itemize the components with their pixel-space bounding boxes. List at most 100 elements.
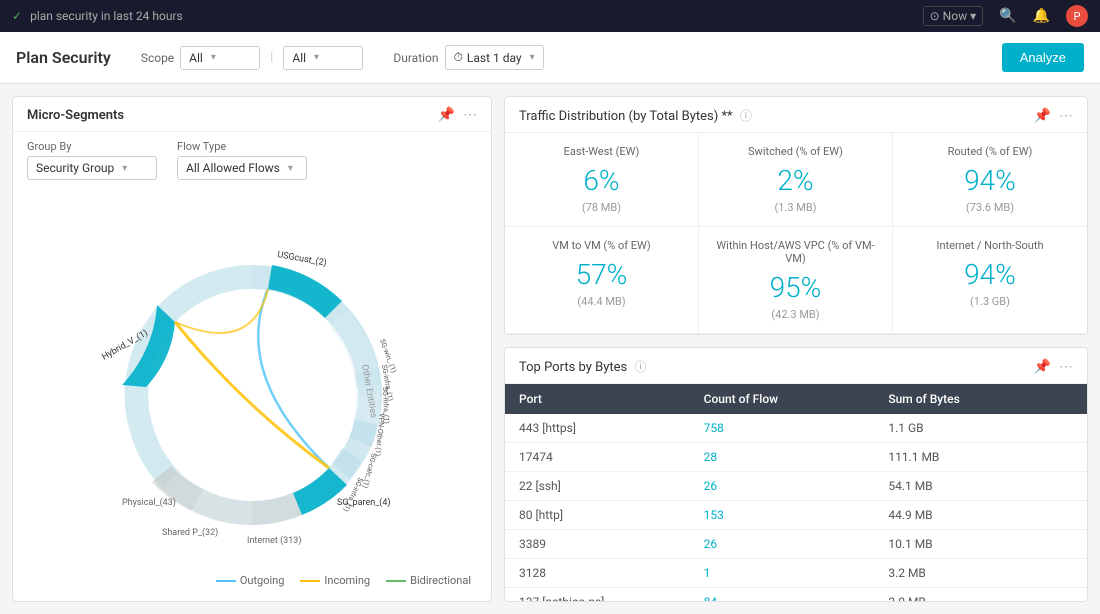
page-title: Plan Security [16,48,111,67]
bytes-sum: 3.2 MB [888,566,1073,580]
flow-count[interactable]: 758 [704,421,889,435]
traffic-cell-3: VM to VM (% of EW) 57% (44.4 MB) [505,227,699,334]
flow-type-value: All Allowed Flows [186,161,280,175]
filter-row: Group By Security Group Flow Type All Al… [13,132,491,188]
table-row: 80 [http] 153 44.9 MB [505,501,1087,530]
traffic-cell-sub: (1.3 MB) [713,201,878,214]
duration-value: Last 1 day [467,51,522,65]
topbar-status: ✓ plan security in last 24 hours [12,9,183,23]
flow-count[interactable]: 84 [704,595,889,601]
flow-type-dropdown[interactable]: All Allowed Flows [177,156,307,180]
legend-outgoing: Outgoing [216,574,285,587]
traffic-cell-label: Routed (% of EW) [907,145,1073,158]
traffic-cell-1: Switched (% of EW) 2% (1.3 MB) [699,133,893,227]
incoming-line [300,580,320,582]
right-panel: Traffic Distribution (by Total Bytes) **… [504,96,1088,602]
now-label: Now [943,9,967,23]
check-icon: ✓ [12,9,22,23]
topbar-actions: ⊙ Now ▾ 🔍 🔔 P [923,5,1088,27]
now-chevron: ▾ [970,9,976,23]
flow-count[interactable]: 26 [704,479,889,493]
info-icon: ⓘ [740,109,752,123]
flow-count[interactable]: 1 [704,566,889,580]
outgoing-line [216,580,236,582]
svg-text:Internet (313): Internet (313) [247,535,302,546]
chart-area: USGcust_(2) Hybrid_V_(1) SG_paren_(4) In… [13,188,491,601]
bytes-sum: 111.1 MB [888,450,1073,464]
ports-panel: Top Ports by Bytes ⓘ 📌 ⋯ PortCount of Fl… [504,347,1088,602]
traffic-more-icon[interactable]: ⋯ [1059,108,1073,124]
table-row: 3128 1 3.2 MB [505,559,1087,588]
port-name: 443 [https] [519,421,704,435]
traffic-grid: East-West (EW) 6% (78 MB) Switched (% of… [505,133,1087,334]
traffic-cell-value: 94% [907,258,1073,291]
bytes-sum: 54.1 MB [888,479,1073,493]
micro-segments-chart[interactable]: USGcust_(2) Hybrid_V_(1) SG_paren_(4) In… [82,225,422,565]
bidirectional-label: Bidirectional [410,574,471,587]
bell-icon[interactable]: 🔔 [1033,8,1050,24]
port-name: 3389 [519,537,704,551]
group-by-dropdown[interactable]: Security Group [27,156,157,180]
incoming-label: Incoming [324,574,370,587]
traffic-cell-label: VM to VM (% of EW) [519,239,684,252]
micro-segments-panel: Micro-Segments 📌 ⋯ Group By Security Gro… [12,96,492,602]
table-row: 3389 26 10.1 MB [505,530,1087,559]
bytes-sum: 3.0 MB [888,595,1073,601]
flow-type-filter: Flow Type All Allowed Flows [177,140,307,180]
traffic-cell-5: Internet / North-South 94% (1.3 GB) [893,227,1087,334]
traffic-cell-value: 94% [907,164,1073,197]
table-row: 443 [https] 758 1.1 GB [505,414,1087,443]
now-button[interactable]: ⊙ Now ▾ [923,6,984,26]
duration-group: Duration ⏱ Last 1 day [393,45,543,70]
more-icon[interactable]: ⋯ [463,107,477,123]
scope-dropdown[interactable]: All [180,46,260,70]
ports-info-icon: ⓘ [634,360,646,374]
traffic-pin-icon[interactable]: 📌 [1034,108,1051,124]
flow-count[interactable]: 153 [704,508,889,522]
traffic-cell-sub: (44.4 MB) [519,295,684,308]
legend-bidirectional: Bidirectional [386,574,471,587]
table-body: 443 [https] 758 1.1 GB 17474 28 111.1 MB… [505,414,1087,601]
flow-count[interactable]: 26 [704,537,889,551]
column-header-0: Port [519,392,704,406]
analyze-button[interactable]: Analyze [1002,43,1084,72]
traffic-cell-sub: (1.3 GB) [907,295,1073,308]
traffic-title: Traffic Distribution (by Total Bytes) **… [519,107,752,124]
panel-header: Micro-Segments 📌 ⋯ [13,97,491,132]
traffic-cell-value: 2% [713,164,878,197]
column-header-1: Count of Flow [704,392,889,406]
topbar: ✓ plan security in last 24 hours ⊙ Now ▾… [0,0,1100,32]
port-name: 80 [http] [519,508,704,522]
scope-secondary-dropdown[interactable]: All [283,46,363,70]
pin-icon[interactable]: 📌 [438,107,455,123]
ports-more-icon[interactable]: ⋯ [1059,359,1073,375]
duration-label: Duration [393,51,438,65]
bidirectional-line [386,580,406,582]
ports-title: Top Ports by Bytes ⓘ [519,358,646,375]
column-header-2: Sum of Bytes [888,392,1073,406]
svg-text:Physical_(43): Physical_(43) [122,497,176,508]
traffic-cell-label: Internet / North-South [907,239,1073,252]
flow-type-label: Flow Type [177,140,307,153]
flow-count[interactable]: 28 [704,450,889,464]
duration-dropdown[interactable]: ⏱ Last 1 day [445,45,544,70]
scope-label: Scope [141,51,174,65]
header: Plan Security Scope All | All Duration ⏱… [0,32,1100,84]
avatar[interactable]: P [1066,5,1088,27]
traffic-cell-value: 95% [713,271,878,304]
legend-incoming: Incoming [300,574,370,587]
port-name: 22 [ssh] [519,479,704,493]
panel-title: Micro-Segments [27,108,124,123]
traffic-cell-2: Routed (% of EW) 94% (73.6 MB) [893,133,1087,227]
table-row: 17474 28 111.1 MB [505,443,1087,472]
panel-actions: 📌 ⋯ [438,107,477,123]
port-name: 17474 [519,450,704,464]
traffic-cell-sub: (42.3 MB) [713,308,878,321]
traffic-panel: Traffic Distribution (by Total Bytes) **… [504,96,1088,335]
svg-text:USGcust_(2): USGcust_(2) [276,249,327,268]
group-by-label: Group By [27,140,157,153]
traffic-header: Traffic Distribution (by Total Bytes) **… [505,97,1087,133]
ports-pin-icon[interactable]: 📌 [1034,359,1051,375]
main-content: Micro-Segments 📌 ⋯ Group By Security Gro… [0,84,1100,614]
search-icon[interactable]: 🔍 [999,8,1016,24]
